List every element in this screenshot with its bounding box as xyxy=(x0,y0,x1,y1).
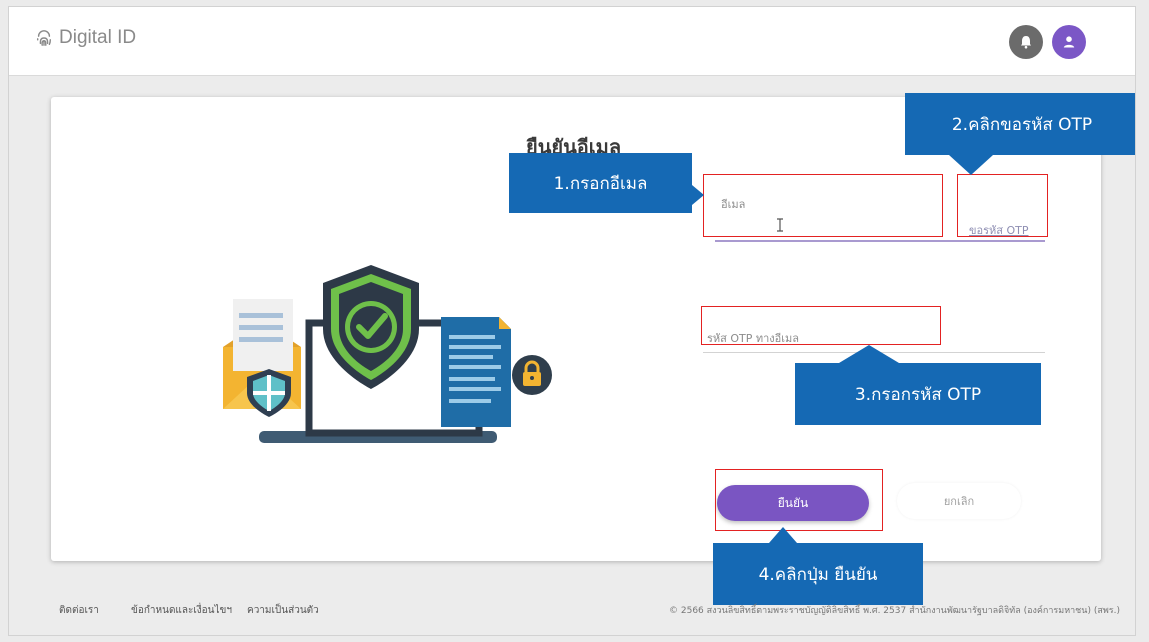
callout-step-4: 4.คลิกปุ่ม ยืนยัน xyxy=(713,543,923,605)
bell-icon xyxy=(1021,36,1031,49)
footer-link-terms[interactable]: ข้อกำหนดและเงื่อนไขฯ xyxy=(131,603,232,618)
callout-step-2-pointer xyxy=(949,155,993,175)
fingerprint-icon xyxy=(36,30,52,46)
footer-link-privacy[interactable]: ความเป็นส่วนตัว xyxy=(247,603,319,618)
security-illustration xyxy=(223,265,552,443)
user-icon xyxy=(1063,36,1075,48)
callout-step-4-pointer xyxy=(769,527,797,543)
cancel-button[interactable]: ยกเลิก xyxy=(897,483,1021,519)
browser-frame: Digital ID ยืนยันอีเมล อีเมล ขอรหัส OTP … xyxy=(8,6,1136,636)
footer-link-contact[interactable]: ติดต่อเรา xyxy=(59,603,99,618)
email-highlight-box xyxy=(703,174,943,237)
callout-step-1: 1.กรอกอีเมล xyxy=(509,153,692,213)
callout-step-3: 3.กรอกรหัส OTP xyxy=(795,363,1041,425)
email-input-underline xyxy=(715,240,1045,242)
notification-button[interactable] xyxy=(1009,25,1043,59)
logo[interactable]: Digital ID xyxy=(35,27,136,49)
request-otp-highlight-box xyxy=(957,174,1048,237)
profile-button[interactable] xyxy=(1052,25,1086,59)
app-header: Digital ID xyxy=(9,7,1135,76)
copyright-text: © 2566 สงวนลิขสิทธิ์ตามพระราชบัญญัติลิขส… xyxy=(669,606,1120,616)
otp-highlight-box xyxy=(701,306,941,345)
callout-step-1-pointer xyxy=(692,185,704,205)
confirm-highlight-box xyxy=(715,469,883,531)
callout-step-3-pointer xyxy=(839,345,899,363)
logo-text: Digital ID xyxy=(59,27,137,48)
callout-step-2: 2.คลิกขอรหัส OTP xyxy=(905,93,1135,155)
